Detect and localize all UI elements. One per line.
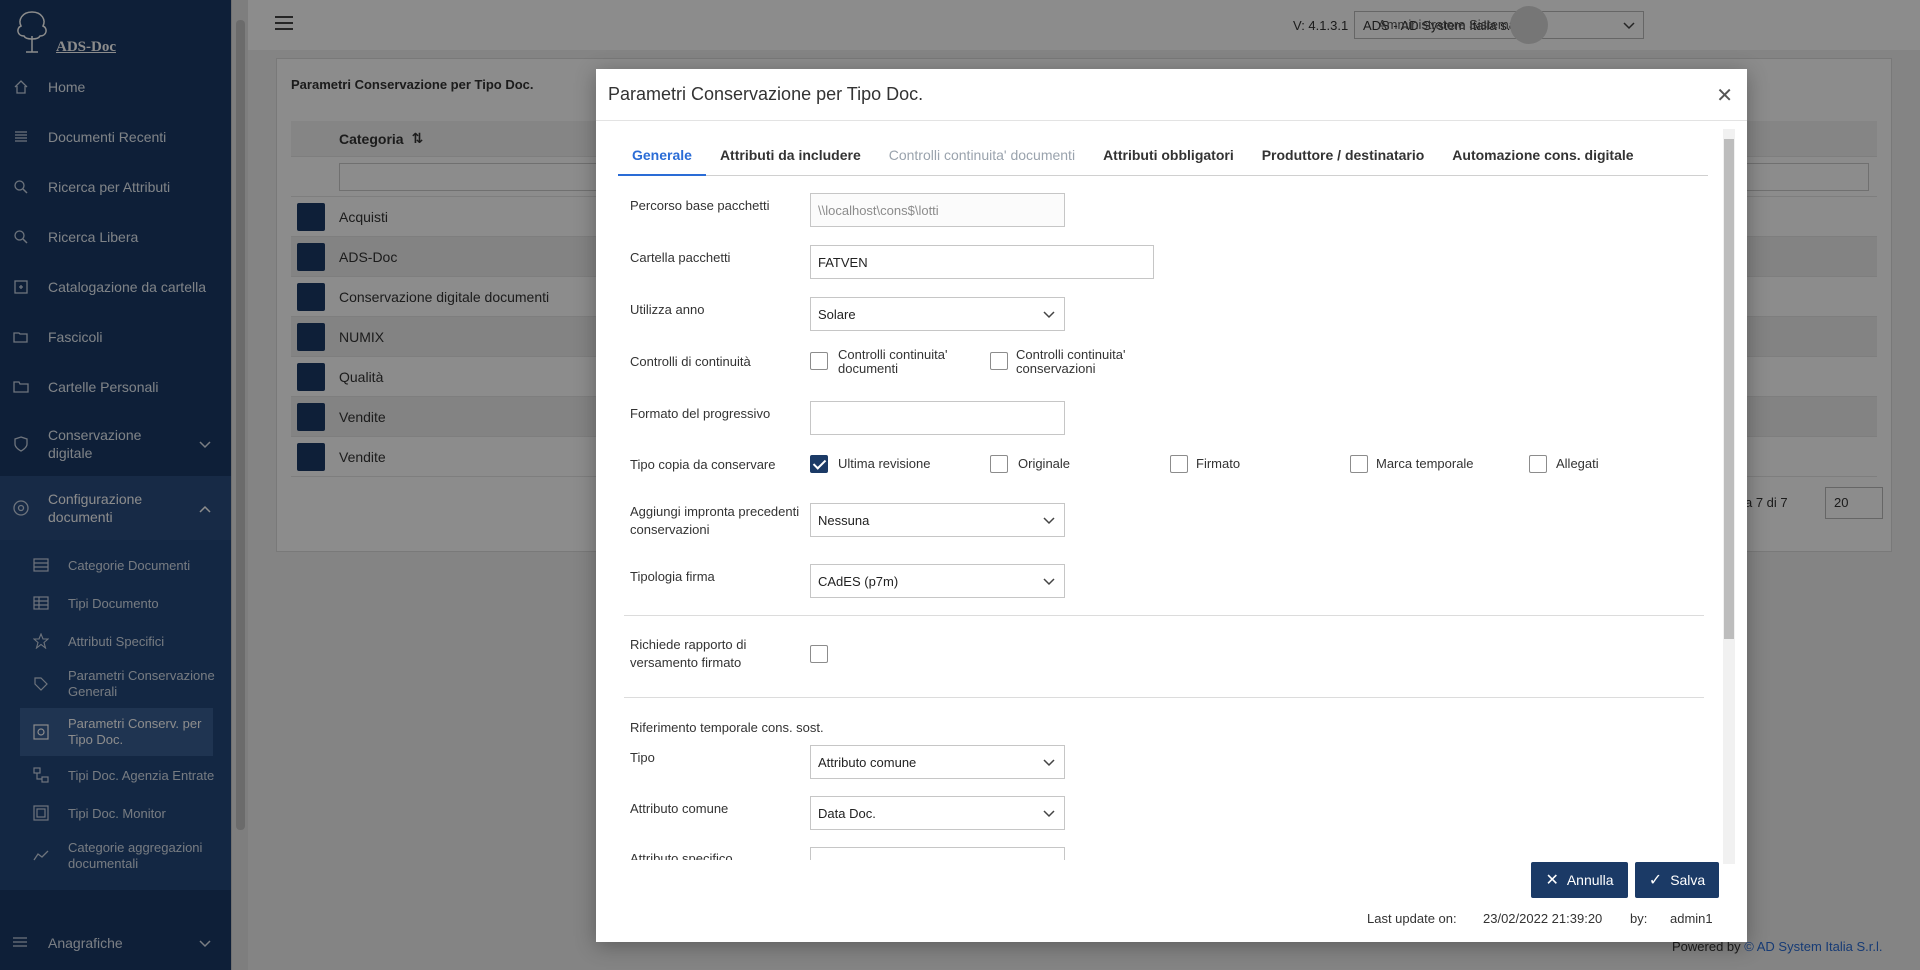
percorso-value: \\localhost\cons$\lotti <box>818 203 939 218</box>
divider <box>624 697 1704 698</box>
chevron-down-icon <box>1043 755 1055 770</box>
tab-controlli-continuita[interactable]: Controlli continuita' documenti <box>875 146 1089 176</box>
save-button-label: Salva <box>1670 872 1706 888</box>
tab-attributi-includere[interactable]: Attributi da includere <box>706 146 875 176</box>
chevron-down-icon <box>1043 574 1055 589</box>
by-value: admin1 <box>1670 911 1713 926</box>
formato-label: Formato del progressivo <box>630 406 771 421</box>
chevron-down-icon <box>1043 806 1055 821</box>
copia-option-label: Allegati <box>1556 456 1599 471</box>
percorso-label: Percorso base pacchetti <box>630 198 770 213</box>
last-update-value: 23/02/2022 21:39:20 <box>1483 911 1603 926</box>
copia-originale-checkbox[interactable] <box>990 455 1008 473</box>
cartella-input[interactable]: FATVEN <box>810 245 1154 279</box>
attr-comune-label: Attributo comune <box>630 801 729 816</box>
chevron-down-icon <box>1043 307 1055 322</box>
anno-value: Solare <box>818 307 856 322</box>
modal-title: Parametri Conservazione per Tipo Doc. <box>596 69 1747 121</box>
controlli-cons-label: Controlli continuita' conservazioni <box>1016 347 1126 376</box>
close-icon[interactable]: ✕ <box>1716 83 1733 108</box>
cancel-button-label: Annulla <box>1566 872 1614 888</box>
copia-option-label: Originale <box>1018 456 1071 471</box>
tab-automazione[interactable]: Automazione cons. digitale <box>1438 146 1647 176</box>
firma-value: CAdES (p7m) <box>818 574 899 589</box>
close-icon: ✕ <box>1545 872 1559 889</box>
copia-option-label: Ultima revisione <box>838 456 931 471</box>
rapporto-checkbox[interactable] <box>810 645 828 663</box>
impronta-select[interactable]: Nessuna <box>810 503 1065 537</box>
save-button[interactable]: ✓ Salva <box>1635 862 1719 898</box>
modal-body: Generale Attributi da includere Controll… <box>596 122 1747 860</box>
attr-specifico-label: Attributo specifico <box>630 851 733 860</box>
tab-attributi-obbligatori[interactable]: Attributi obbligatori <box>1089 146 1248 176</box>
tipo-select[interactable]: Attributo comune <box>810 745 1065 779</box>
copia-allegati-checkbox[interactable] <box>1529 455 1547 473</box>
tipo-value: Attributo comune <box>818 755 917 770</box>
tipo-copia-label: Tipo copia da conservare <box>630 457 776 472</box>
chevron-down-icon <box>1043 513 1055 528</box>
copia-option-label: Marca temporale <box>1376 456 1474 471</box>
cartella-label: Cartella pacchetti <box>630 250 731 265</box>
copia-option-label: Firmato <box>1196 456 1241 471</box>
formato-input[interactable] <box>810 401 1065 435</box>
controlli-doc-checkbox[interactable] <box>810 352 828 370</box>
tipo-label: Tipo <box>630 750 655 765</box>
anno-label: Utilizza anno <box>630 302 705 317</box>
copia-ultima-revisione-checkbox[interactable] <box>810 455 828 473</box>
modal-tabs: Generale Attributi da includere Controll… <box>618 146 1708 176</box>
impronta-label: Aggiungi impronta precedenti conservazio… <box>630 504 800 537</box>
firma-label: Tipologia firma <box>630 569 715 584</box>
by-label: by: <box>1630 911 1648 926</box>
controlli-doc-label: Controlli continuita' documenti <box>838 347 948 376</box>
impronta-value: Nessuna <box>818 513 870 528</box>
attr-specifico-select[interactable] <box>810 847 1065 860</box>
check-icon: ✓ <box>1648 872 1663 889</box>
rapporto-label: Richiede rapporto di versamento firmato <box>630 637 747 670</box>
attr-comune-select[interactable]: Data Doc. <box>810 796 1065 830</box>
firma-select[interactable]: CAdES (p7m) <box>810 564 1065 598</box>
cartella-value: FATVEN <box>818 255 868 270</box>
parametri-modal: Parametri Conservazione per Tipo Doc. ✕ … <box>596 69 1747 942</box>
anno-select[interactable]: Solare <box>810 297 1065 331</box>
last-update-label: Last update on: <box>1367 911 1457 926</box>
controlli-cons-checkbox[interactable] <box>990 352 1008 370</box>
divider <box>624 615 1704 616</box>
copia-marca-temporale-checkbox[interactable] <box>1350 455 1368 473</box>
attr-comune-value: Data Doc. <box>818 806 876 821</box>
riferimento-label: Riferimento temporale cons. sost. <box>630 720 824 735</box>
percorso-input[interactable]: \\localhost\cons$\lotti <box>810 193 1065 227</box>
controlli-label: Controlli di continuità <box>630 354 751 369</box>
tab-produttore-destinatario[interactable]: Produttore / destinatario <box>1248 146 1439 176</box>
copia-firmato-checkbox[interactable] <box>1170 455 1188 473</box>
tab-generale[interactable]: Generale <box>618 146 706 176</box>
modal-scrollbar[interactable] <box>1723 129 1735 864</box>
cancel-button[interactable]: ✕ Annulla <box>1531 862 1628 898</box>
